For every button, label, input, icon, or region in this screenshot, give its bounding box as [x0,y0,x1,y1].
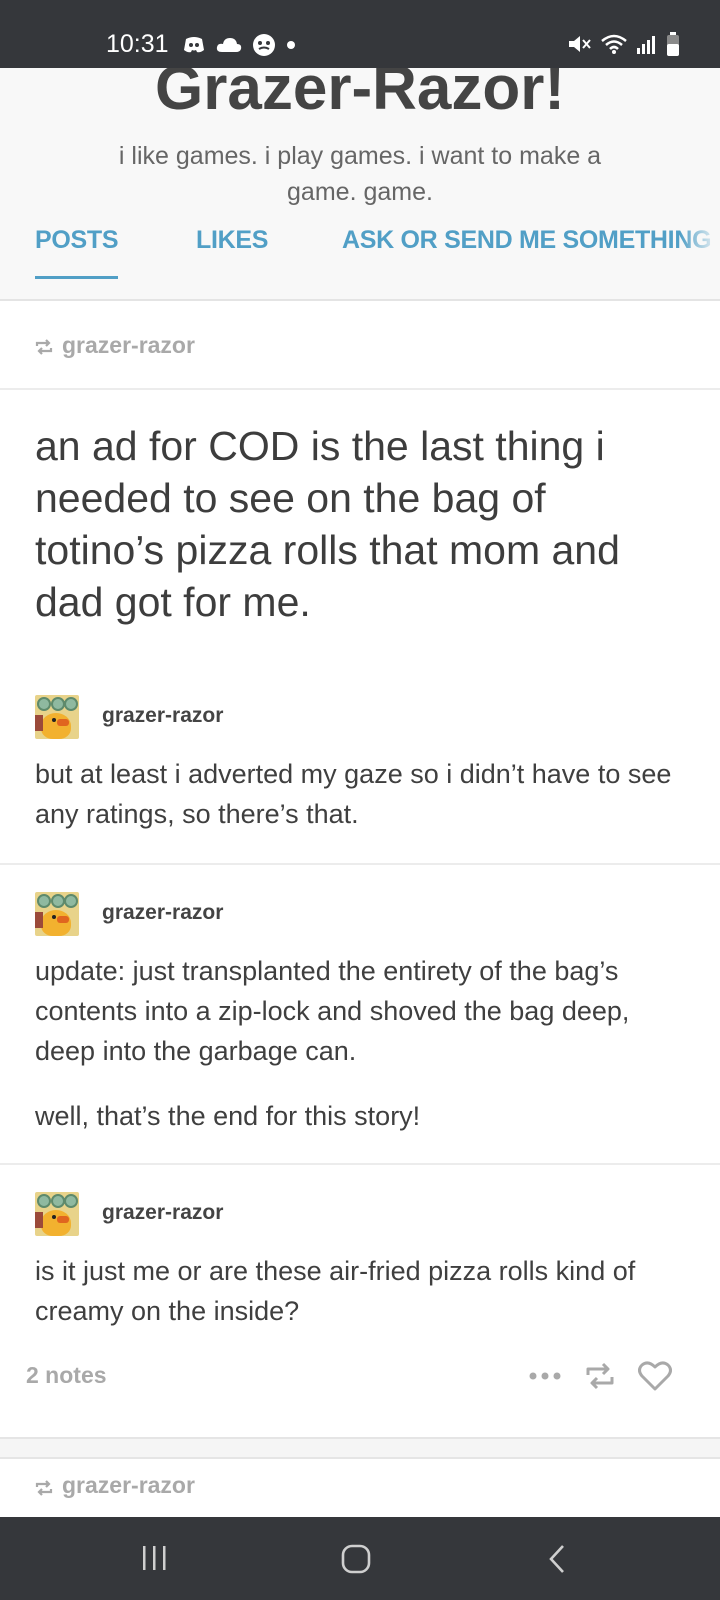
avatar[interactable] [35,1192,79,1236]
post-title: an ad for COD is the last thing i needed… [35,423,620,625]
tab-posts[interactable]: POSTS [35,226,119,255]
blog-tabs: POSTS LIKES ASK OR SEND ME SOMETHING [0,226,720,278]
back-icon[interactable] [545,1543,569,1575]
reblog-icon[interactable] [584,1361,616,1391]
system-icons [566,32,680,56]
trail-text: but at least i adverted my gaze so i did… [35,759,672,829]
reblog-icon [35,1480,53,1496]
blog-description: i like games. i play games. i want to ma… [118,142,602,206]
dot-icon [287,41,295,49]
recents-icon[interactable] [140,1543,170,1573]
trail-text: is it just me or are these air-fried piz… [35,1256,636,1326]
trail-username[interactable]: grazer-razor [102,1201,223,1225]
heart-icon[interactable] [638,1361,672,1391]
avatar[interactable] [35,892,79,936]
blog-header: Grazer-Razor! i like games. i play games… [0,68,720,301]
signal-icon [637,36,655,54]
next-post-reblog-header[interactable]: grazer-razor [0,1459,720,1517]
blog-title-text: Grazer-Razor! [155,68,565,118]
trail-item: grazer-razor is it just me or are these … [0,1163,720,1333]
trail-item: grazer-razor update: just transplanted t… [0,863,720,1163]
cloud-icon [216,38,242,52]
trail-item: grazer-razor but at least i adverted my … [0,680,720,863]
notes-count[interactable]: 2 notes [26,1362,107,1389]
reblog-header[interactable]: grazer-razor [0,302,720,390]
tab-ask[interactable]: ASK OR SEND ME SOMETHING [342,226,720,255]
post-actions [528,1361,672,1391]
trail-text: update: just transplanted the entirety o… [35,956,630,1066]
avatar[interactable] [35,695,79,739]
reblog-username[interactable]: grazer-razor [62,332,195,359]
more-icon[interactable] [528,1371,562,1381]
active-tab-indicator [35,276,118,279]
mute-vibrate-icon [569,36,591,52]
blog-title[interactable]: Grazer-Razor! [0,68,720,118]
reblog-icon [35,339,53,355]
tab-ask-label: ASK OR SEND ME SOMETHING [342,226,712,254]
home-icon[interactable] [340,1543,372,1575]
nav-bar [0,1517,720,1600]
discord-icon [184,37,204,53]
tab-fade [680,226,720,255]
trail-username[interactable]: grazer-razor [102,704,223,728]
post-separator [0,1437,720,1459]
notification-icons [182,33,296,57]
battery-icon [667,32,679,56]
wifi-icon [601,34,627,54]
status-bar: 10:31 [0,0,720,68]
status-time: 10:31 [106,30,169,58]
tab-likes[interactable]: LIKES [196,226,268,255]
trail-username[interactable]: grazer-razor [102,901,223,925]
emoji-app-icon [253,34,275,56]
reblog-username[interactable]: grazer-razor [62,1472,195,1499]
post-footer: 2 notes [0,1325,720,1391]
trail-text: well, that’s the end for this story! [35,1101,421,1131]
